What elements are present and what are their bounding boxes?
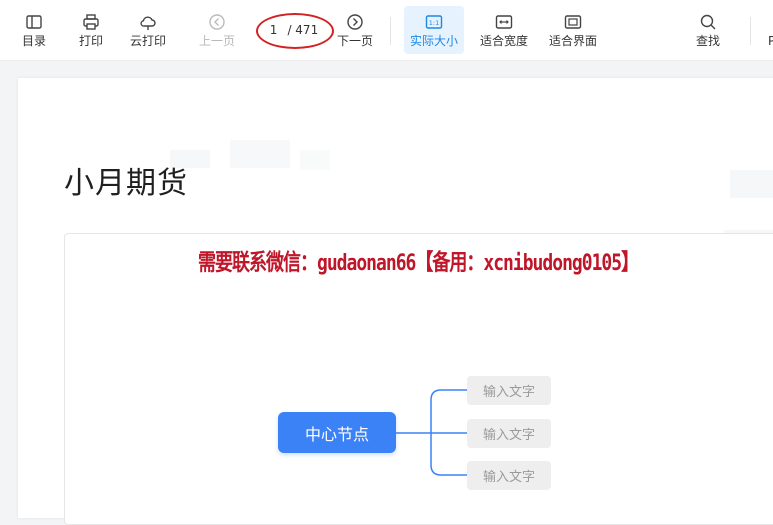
divider — [390, 17, 391, 45]
divider — [750, 17, 751, 45]
next-page-label: 下一页 — [336, 33, 373, 48]
actual-size-button[interactable]: 1:1 实际大小 — [404, 6, 464, 54]
document-title: 小月期货 — [64, 166, 188, 201]
cloud-icon — [140, 15, 156, 30]
search-icon — [700, 14, 716, 29]
printer-icon — [83, 13, 99, 30]
chevron-right-circle-icon — [347, 13, 363, 30]
mindmap-child-node[interactable]: 输入文字 — [467, 419, 551, 448]
toc-label: 目录 — [21, 33, 46, 48]
watermark-text: 需要联系微信：gudaonan66【备用：xcnibudong0105】 — [198, 250, 639, 277]
toc-button[interactable]: 目录 — [18, 6, 50, 54]
svg-text:1:1: 1:1 — [429, 19, 439, 27]
prev-page-label: 上一页 — [198, 33, 235, 48]
blur-patch — [300, 150, 330, 170]
truncated-toolbar-label[interactable]: P — [768, 34, 773, 48]
cloud-print-button[interactable]: 云打印 — [126, 6, 170, 54]
print-label: 打印 — [78, 33, 103, 48]
prev-page-button[interactable]: 上一页 — [196, 6, 238, 54]
fit-width-button[interactable]: 适合宽度 — [476, 6, 532, 54]
chevron-left-circle-icon — [209, 13, 225, 30]
actual-size-label: 实际大小 — [409, 33, 458, 48]
actual-size-icon: 1:1 — [425, 14, 443, 29]
blur-patch — [230, 140, 290, 168]
fit-page-label: 适合界面 — [548, 33, 597, 48]
annotation-circle — [256, 13, 334, 49]
print-button[interactable]: 打印 — [74, 6, 108, 54]
mindmap-child-node[interactable]: 输入文字 — [467, 376, 551, 405]
search-label: 查找 — [695, 33, 720, 48]
fit-width-icon — [495, 14, 513, 29]
sidebar-icon — [26, 14, 42, 29]
fit-page-icon — [564, 14, 582, 29]
fit-width-label: 适合宽度 — [479, 33, 528, 48]
page-indicator[interactable]: 1 / 471 — [256, 13, 334, 49]
toolbar: 目录 打印 云打印 上一页 1 / 471 下一页 1:1 实际大小 适合宽度 … — [0, 0, 773, 61]
search-button[interactable]: 查找 — [692, 6, 724, 54]
mindmap-center-node[interactable]: 中心节点 — [278, 412, 396, 453]
cloud-print-label: 云打印 — [129, 33, 166, 48]
mindmap-child-node[interactable]: 输入文字 — [467, 461, 551, 490]
next-page-button[interactable]: 下一页 — [334, 6, 376, 54]
blur-patch — [730, 170, 773, 198]
fit-page-button[interactable]: 适合界面 — [544, 6, 602, 54]
